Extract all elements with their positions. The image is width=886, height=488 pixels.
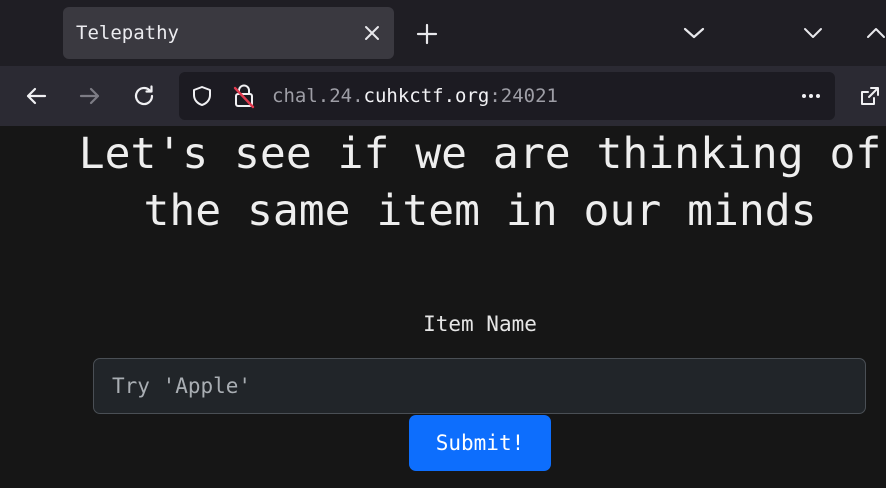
chevron-down-icon[interactable]	[678, 17, 710, 49]
navigation-toolbar: chal.24.cuhkctf.org:24021	[0, 66, 886, 126]
reload-icon[interactable]	[126, 78, 162, 114]
minimize-chevron-icon[interactable]	[797, 17, 829, 49]
extension-icon[interactable]	[852, 78, 886, 114]
insecure-lock-icon[interactable]	[226, 78, 262, 114]
close-icon[interactable]	[358, 19, 386, 47]
url-domain: cuhkctf.org	[363, 85, 490, 107]
tab-strip: Telepathy	[0, 0, 886, 66]
page-title: Let's see if we are thinking of the same…	[78, 129, 882, 236]
url-prefix: chal.24.	[272, 85, 364, 107]
more-icon[interactable]	[793, 78, 829, 114]
tab-telepathy[interactable]: Telepathy	[63, 7, 394, 59]
page-content: Let's see if we are thinking of the same…	[0, 126, 886, 488]
item-name-label: Item Name	[423, 312, 537, 336]
url-bar[interactable]: chal.24.cuhkctf.org:24021	[179, 72, 835, 120]
url-text[interactable]: chal.24.cuhkctf.org:24021	[272, 72, 558, 120]
submit-button[interactable]: Submit!	[409, 415, 551, 471]
arrow-left-icon[interactable]	[18, 78, 54, 114]
plus-icon[interactable]	[411, 18, 443, 50]
maximize-chevron-icon[interactable]	[860, 17, 886, 49]
tab-title: Telepathy	[76, 22, 179, 44]
url-port: :24021	[489, 85, 558, 107]
item-name-input[interactable]	[93, 358, 866, 414]
shield-icon[interactable]	[184, 78, 220, 114]
arrow-right-icon[interactable]	[72, 78, 108, 114]
